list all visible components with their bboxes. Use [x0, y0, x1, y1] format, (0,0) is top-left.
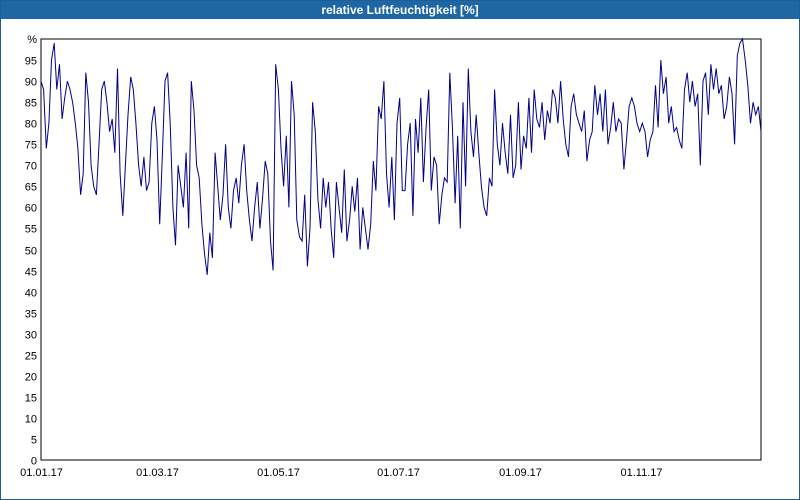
y-tick-label: 0	[31, 456, 37, 468]
y-tick-label: 95	[25, 56, 37, 68]
y-axis-unit-label: %	[27, 34, 37, 46]
y-tick-label: 5	[31, 435, 37, 447]
y-tick-label: 25	[25, 351, 37, 363]
axis-layer: 0 5 10 15 20 25 30 35 40 45 50 55 60 65 70 75 80 85 90 95 01…	[20, 38, 762, 479]
x-tick-label: 01.07.17	[377, 467, 420, 479]
chart-window: relative Luftfeuchtigkeit [%] 0 5 10 15 20 25…	[0, 0, 800, 500]
y-tick-label: 65	[25, 182, 37, 194]
y-tick-label: 45	[25, 267, 37, 279]
chart-title: relative Luftfeuchtigkeit [%]	[1, 1, 799, 19]
y-tick-label: 80	[25, 119, 37, 131]
y-tick-label: 75	[25, 140, 37, 152]
y-tick-label: 15	[25, 393, 37, 405]
y-tick-label: 85	[25, 98, 37, 110]
x-tick-label: 01.09.17	[499, 467, 542, 479]
chart-area: 0 5 10 15 20 25 30 35 40 45 50 55 60 65 70 75 80 85 90 95 01…	[20, 34, 762, 479]
y-tick-label: 60	[25, 203, 37, 215]
x-tick-label: 01.11.17	[620, 467, 662, 479]
plot-frame	[40, 38, 762, 461]
y-tick-label: 70	[25, 161, 37, 173]
y-tick-label: 50	[25, 246, 37, 258]
y-tick-label: 30	[25, 330, 37, 342]
y-tick-label: 35	[25, 309, 37, 321]
x-tick-label: 01.03.17	[136, 467, 179, 479]
y-tick-label: 40	[25, 288, 37, 300]
y-tick-label: 10	[25, 414, 37, 426]
y-tick-label: 55	[25, 224, 37, 236]
y-tick-label: 90	[25, 77, 37, 89]
x-tick-label: 01.01.17	[20, 467, 63, 479]
x-tick-label: 01.05.17	[257, 467, 300, 479]
y-tick-label: 20	[25, 372, 37, 384]
